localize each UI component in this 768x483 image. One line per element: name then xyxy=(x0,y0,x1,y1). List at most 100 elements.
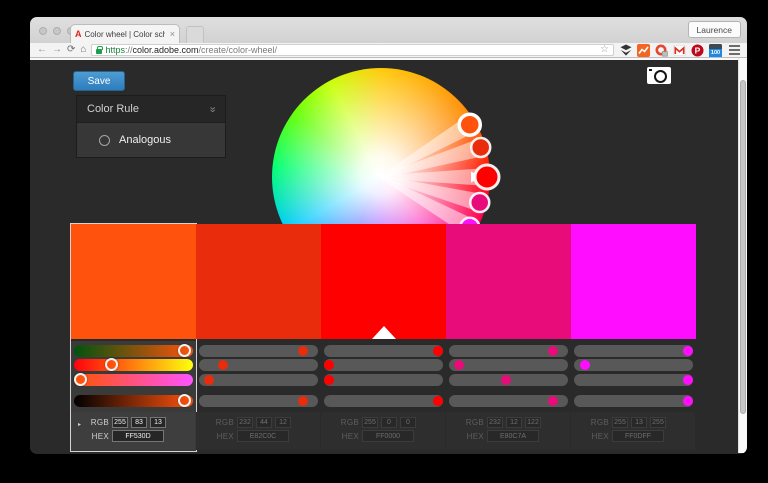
browser-menu-icon[interactable] xyxy=(729,45,740,55)
hex-value-input[interactable]: FF0000 xyxy=(362,430,414,442)
radio-icon[interactable] xyxy=(99,134,110,146)
analytics-extension-icon[interactable] xyxy=(637,43,650,57)
home-icon[interactable]: ⌂ xyxy=(80,45,86,55)
b-value-input[interactable]: 122 xyxy=(525,417,541,428)
g-slider-dot[interactable] xyxy=(324,360,334,370)
color-rule-panel: Color Rule » Analogous xyxy=(76,95,226,158)
g-slider-FF0000[interactable] xyxy=(324,359,443,371)
r-value-input[interactable]: 255 xyxy=(112,417,128,428)
forward-icon[interactable]: → xyxy=(52,45,62,55)
b-slider-E82C0C[interactable] xyxy=(199,374,318,386)
br-slider-dot[interactable] xyxy=(298,396,309,406)
r-slider-handle[interactable] xyxy=(178,343,191,357)
br-slider-dot[interactable] xyxy=(683,396,693,406)
b-slider-FF0DFF[interactable] xyxy=(574,374,693,386)
onetab-extension-icon[interactable] xyxy=(655,44,668,57)
tab-color-wheel[interactable]: A Color wheel | Color schem × xyxy=(70,24,180,43)
g-slider-dot[interactable] xyxy=(217,360,228,370)
r-slider-E82C0C[interactable] xyxy=(199,345,318,357)
g-value-input[interactable]: 12 xyxy=(506,417,522,428)
b-slider-dot[interactable] xyxy=(683,375,693,385)
swatch-FF530D[interactable] xyxy=(71,224,196,339)
g-slider-dot[interactable] xyxy=(454,360,465,370)
r-slider-dot[interactable] xyxy=(683,346,693,356)
minimize-window-button[interactable] xyxy=(53,27,61,35)
expand-arrow-icon[interactable]: ▸ xyxy=(78,421,81,428)
wheel-color-dot[interactable] xyxy=(473,163,501,191)
b-value-input[interactable]: 13 xyxy=(150,417,166,428)
r-slider-dot[interactable] xyxy=(433,346,443,356)
browser-profile-button[interactable]: Laurence xyxy=(687,21,741,38)
g-slider-dot[interactable] xyxy=(579,360,590,370)
g-value-input[interactable]: 83 xyxy=(131,417,147,428)
color-rule-option-analogous[interactable]: Analogous xyxy=(77,123,225,157)
r-value-input[interactable]: 232 xyxy=(237,417,253,428)
hex-value-input[interactable]: FF0DFF xyxy=(612,430,664,442)
b-value-input[interactable]: 12 xyxy=(275,417,291,428)
wheel-color-dot[interactable] xyxy=(457,112,482,137)
swatch-FF0000[interactable] xyxy=(321,224,446,339)
br-slider-handle[interactable] xyxy=(178,393,191,407)
color-rule-header[interactable]: Color Rule » xyxy=(77,96,225,123)
r-slider-dot[interactable] xyxy=(298,346,309,356)
b-slider-E80C7A[interactable] xyxy=(449,374,568,386)
br-slider-FF0DFF[interactable] xyxy=(574,395,693,407)
b-slider-dot[interactable] xyxy=(324,375,334,385)
br-slider-dot[interactable] xyxy=(548,396,559,406)
back-icon[interactable]: ← xyxy=(37,45,47,55)
br-slider-E80C7A[interactable] xyxy=(449,395,568,407)
r-slider-FF530D[interactable] xyxy=(74,343,193,357)
b-slider-dot[interactable] xyxy=(204,375,215,385)
hex-value-input[interactable]: E80C7A xyxy=(487,430,539,442)
refresh-icon[interactable]: ⟳ xyxy=(67,45,75,55)
r-value-input[interactable]: 255 xyxy=(362,417,378,428)
new-tab-button[interactable] xyxy=(186,26,204,43)
br-slider-FF0000[interactable] xyxy=(324,395,443,407)
base-color-marker xyxy=(371,326,396,339)
swatch-E82C0C[interactable] xyxy=(196,224,321,339)
b-slider-handle[interactable] xyxy=(74,372,87,386)
close-window-button[interactable] xyxy=(39,27,47,35)
scrollbar-thumb[interactable] xyxy=(740,80,746,414)
hex-value-input[interactable]: FF530D xyxy=(112,430,164,442)
g-slider-handle[interactable] xyxy=(105,357,119,371)
br-slider-dot[interactable] xyxy=(433,396,443,406)
layers-extension-icon[interactable] xyxy=(619,44,632,57)
swatch-FF0DFF[interactable] xyxy=(571,224,696,339)
b-slider-FF530D[interactable] xyxy=(74,372,193,386)
b-value-input[interactable]: 255 xyxy=(650,417,666,428)
g-slider-FF530D[interactable] xyxy=(74,357,193,371)
pinterest-extension-icon[interactable]: P xyxy=(691,44,704,57)
b-value-input[interactable]: 0 xyxy=(400,417,416,428)
hex-label: HEX xyxy=(591,431,609,441)
r-value-input[interactable]: 232 xyxy=(487,417,503,428)
b-slider-FF0000[interactable] xyxy=(324,374,443,386)
rgb-hex-cell-FF0DFF: RGB 255 13 255 HEX FF0DFF xyxy=(571,412,695,450)
page-scrollbar[interactable] xyxy=(738,58,747,453)
wheel-color-dot[interactable] xyxy=(469,191,491,214)
g-slider-E80C7A[interactable] xyxy=(449,359,568,371)
g-value-input[interactable]: 0 xyxy=(381,417,397,428)
camera-icon[interactable] xyxy=(647,67,671,84)
g-slider-FF0DFF[interactable] xyxy=(574,359,693,371)
tab-close-icon[interactable]: × xyxy=(170,29,175,39)
b-slider-dot[interactable] xyxy=(501,375,512,385)
https-lock-icon[interactable] xyxy=(96,45,104,54)
r-slider-FF0000[interactable] xyxy=(324,345,443,357)
save-button[interactable]: Save xyxy=(73,71,125,91)
battery-100-extension-icon[interactable]: 100 xyxy=(709,43,722,57)
g-value-input[interactable]: 13 xyxy=(631,417,647,428)
r-slider-dot[interactable] xyxy=(548,346,559,356)
hex-value-input[interactable]: E82C0C xyxy=(237,430,289,442)
r-slider-E80C7A[interactable] xyxy=(449,345,568,357)
r-value-input[interactable]: 255 xyxy=(612,417,628,428)
g-value-input[interactable]: 44 xyxy=(256,417,272,428)
br-slider-FF530D[interactable] xyxy=(74,393,193,407)
wheel-color-dot[interactable] xyxy=(469,136,492,159)
g-slider-E82C0C[interactable] xyxy=(199,359,318,371)
swatch-E80C7A[interactable] xyxy=(446,224,571,339)
br-slider-E82C0C[interactable] xyxy=(199,395,318,407)
bookmark-star-icon[interactable]: ☆ xyxy=(600,45,609,55)
gmail-extension-icon[interactable] xyxy=(673,44,686,57)
r-slider-FF0DFF[interactable] xyxy=(574,345,693,357)
